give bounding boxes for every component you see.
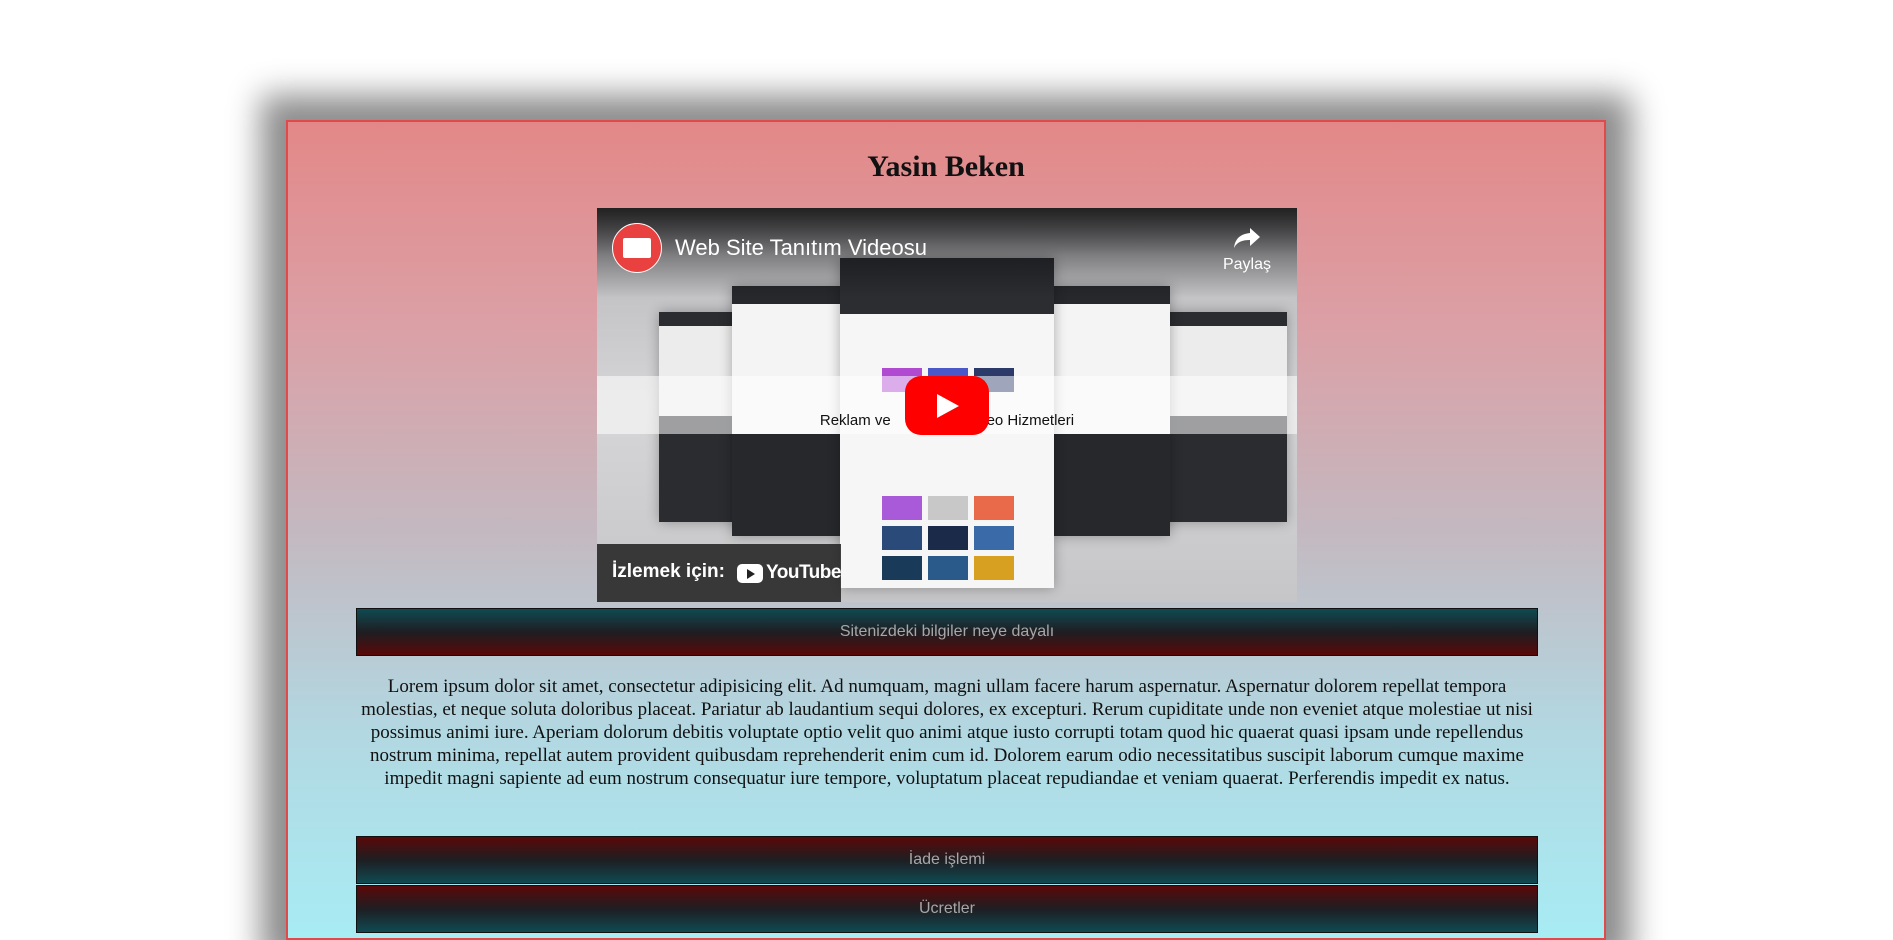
accordion-item-information[interactable]: Sitenizdeki bilgiler neye dayalı — [356, 608, 1538, 656]
share-label: Paylaş — [1222, 256, 1272, 273]
play-button[interactable] — [905, 376, 989, 435]
accordion-content: Lorem ipsum dolor sit amet, consectetur … — [361, 676, 1533, 789]
watch-on-youtube-button[interactable]: İzlemek için: YouTube — [597, 544, 841, 602]
share-button[interactable]: Paylaş — [1217, 226, 1277, 274]
share-icon — [1234, 228, 1260, 248]
youtube-wordmark: YouTube — [766, 562, 841, 583]
youtube-video-embed[interactable]: IO Reklam ve eo Hizmetleri Web Site Tanı… — [597, 208, 1297, 602]
channel-avatar[interactable] — [612, 223, 662, 273]
accordion-item-refund[interactable]: İade işlemi — [356, 836, 1538, 884]
accordion-item-fees[interactable]: Ücretler — [356, 885, 1538, 933]
watch-on-label: İzlemek için: — [612, 561, 725, 582]
play-icon — [937, 394, 959, 418]
video-title-link[interactable]: Web Site Tanıtım Videosu — [675, 235, 927, 261]
page-container: Yasin Beken Reklam ve eo Hizmetleri Web … — [286, 120, 1606, 940]
youtube-play-icon — [737, 563, 763, 583]
youtube-logo: YouTube — [737, 562, 841, 584]
page-title: Yasin Beken — [867, 150, 1025, 183]
